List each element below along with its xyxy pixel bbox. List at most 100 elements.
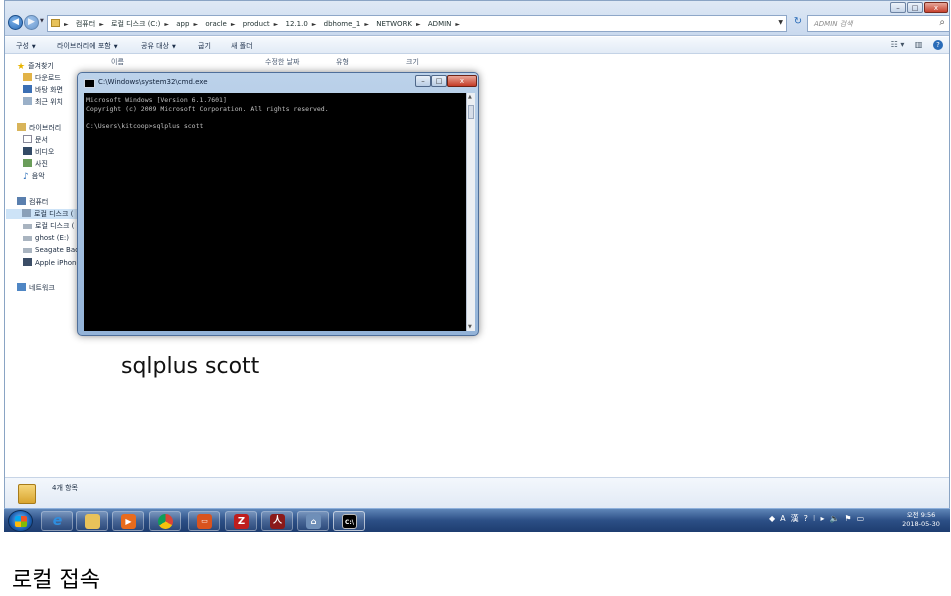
- chevron-right-icon[interactable]: ►: [193, 21, 198, 28]
- taskbar-cmd[interactable]: C:\: [333, 511, 365, 531]
- breadcrumb: ► 컴퓨터 ► 로컬 디스크 (C:) ► app ► oracle ► product…: [64, 19, 465, 29]
- taskbar-chrome[interactable]: [149, 511, 181, 531]
- breadcrumb-item[interactable]: NETWORK: [376, 20, 412, 28]
- taskbar-network-app[interactable]: ⌂: [297, 511, 329, 531]
- burn-button[interactable]: 굽기: [198, 41, 211, 51]
- forward-button[interactable]: ▶: [24, 15, 39, 30]
- breadcrumb-item[interactable]: product: [243, 20, 270, 28]
- minimize-button[interactable]: –: [890, 2, 906, 13]
- chevron-right-icon[interactable]: ►: [416, 21, 421, 28]
- new-folder-button[interactable]: 새 폴더: [231, 41, 253, 51]
- tray-more-icon[interactable]: ▸: [820, 514, 824, 523]
- help-icon[interactable]: ?: [804, 514, 808, 523]
- preview-pane-icon[interactable]: ▥: [915, 40, 923, 49]
- internet-explorer-icon: e: [52, 513, 63, 529]
- chevron-right-icon[interactable]: ►: [231, 21, 236, 28]
- organize-menu[interactable]: 구성 ▼: [16, 41, 36, 51]
- taskbar-ie[interactable]: e: [41, 511, 73, 531]
- breadcrumb-item[interactable]: 12.1.0: [286, 20, 308, 28]
- start-button[interactable]: [8, 510, 33, 532]
- breadcrumb-item[interactable]: dbhome_1: [324, 20, 361, 28]
- nav-label: 라이브러리: [29, 124, 62, 132]
- scroll-down-icon[interactable]: ▼: [468, 324, 472, 330]
- nav-computer[interactable]: 컴퓨터: [17, 197, 48, 207]
- recent-pages-dropdown[interactable]: ▼: [40, 18, 44, 24]
- nav-libraries[interactable]: 라이브러리: [17, 123, 61, 133]
- nav-ghost-drive[interactable]: ghost (E:): [23, 234, 69, 242]
- chevron-right-icon[interactable]: ►: [99, 21, 104, 28]
- item-count: 4개 항목: [52, 484, 78, 492]
- breadcrumb-item[interactable]: 로컬 디스크 (C:): [111, 20, 160, 28]
- tray-expand-icon[interactable]: ⁝: [813, 514, 816, 523]
- scroll-up-icon[interactable]: ▲: [468, 94, 472, 100]
- column-type[interactable]: 유형: [336, 57, 349, 67]
- recent-places-icon: [23, 97, 32, 105]
- cmd-minimize-button[interactable]: –: [415, 75, 431, 87]
- column-modified[interactable]: 수정한 날짜: [265, 57, 299, 67]
- nav-recent[interactable]: 최근 위치: [23, 97, 63, 107]
- nav-videos[interactable]: 비디오: [23, 147, 54, 157]
- cmd-scrollbar[interactable]: ▲ ▼: [466, 93, 475, 331]
- column-size[interactable]: 크기: [406, 57, 419, 67]
- breadcrumb-item[interactable]: oracle: [205, 20, 227, 28]
- maximize-button[interactable]: □: [907, 2, 923, 13]
- share-with-menu[interactable]: 공유 대상 ▼: [141, 41, 176, 51]
- taskbar-app-orange[interactable]: ▭: [188, 511, 220, 531]
- sqlplus-caption: sqlplus scott: [121, 354, 260, 379]
- search-input[interactable]: ADMIN 검색 ⌕: [807, 15, 950, 32]
- nav-local-disk-c[interactable]: 로컬 디스크 (: [6, 209, 84, 219]
- breadcrumb-item[interactable]: ADMIN: [428, 20, 452, 28]
- nav-favorites[interactable]: ★ 즐겨찾기: [17, 61, 54, 72]
- help-icon[interactable]: ?: [933, 40, 943, 50]
- column-name[interactable]: 이름: [111, 57, 124, 67]
- include-library-menu[interactable]: 라이브러리에 포함 ▼: [57, 41, 118, 51]
- app-icon: ▭: [197, 514, 212, 529]
- nav-pictures[interactable]: 사진: [23, 159, 48, 169]
- nav-desktop[interactable]: 바탕 화면: [23, 85, 63, 95]
- nav-apple-iphone[interactable]: Apple iPhone: [23, 258, 81, 267]
- nav-music[interactable]: ♪ 음악: [23, 171, 45, 182]
- console-line: C:\Users\kitcoop>sqlplus scott: [86, 121, 204, 130]
- taskbar-filezilla[interactable]: Z: [225, 511, 257, 531]
- cmd-window[interactable]: C:\Windows\system32\cmd.exe – □ x Micros…: [77, 72, 479, 336]
- status-bar: 4개 항목: [5, 477, 949, 508]
- chevron-right-icon[interactable]: ►: [312, 21, 317, 28]
- chevron-right-icon[interactable]: ►: [164, 21, 169, 28]
- search-icon[interactable]: ⌕: [939, 17, 945, 28]
- back-button[interactable]: ◀: [8, 15, 23, 30]
- language-icon[interactable]: ◆: [769, 514, 775, 523]
- clock[interactable]: 오전 9:56 2018-05-30: [896, 511, 946, 529]
- cmd-close-button[interactable]: x: [447, 75, 477, 87]
- chevron-right-icon[interactable]: ►: [64, 21, 69, 28]
- command-bar: 구성 ▼ 라이브러리에 포함 ▼ 공유 대상 ▼ 굽기 새 폴더 ☷ ▾ ▥ ?: [5, 37, 949, 54]
- taskbar-acrobat[interactable]: 人: [261, 511, 293, 531]
- refresh-icon[interactable]: ↻: [791, 16, 805, 30]
- view-options-icon[interactable]: ☷ ▾: [891, 40, 905, 49]
- nav-documents[interactable]: 문서: [23, 135, 48, 145]
- chevron-right-icon[interactable]: ►: [274, 21, 279, 28]
- close-button[interactable]: x: [924, 2, 948, 13]
- scroll-thumb[interactable]: [468, 105, 474, 119]
- nav-network[interactable]: 네트워크: [17, 283, 55, 293]
- nav-downloads[interactable]: 다운로드: [23, 73, 61, 83]
- breadcrumb-item[interactable]: app: [176, 20, 189, 28]
- ime-mode[interactable]: A: [780, 514, 785, 523]
- flag-icon[interactable]: ⚑: [844, 514, 851, 523]
- console-output[interactable]: Microsoft Windows [Version 6.1.7601] Copy…: [84, 93, 466, 331]
- volume-icon[interactable]: 🔈: [829, 514, 839, 523]
- drive-icon: [23, 236, 32, 241]
- address-dropdown[interactable]: ▼: [778, 19, 783, 26]
- nav-local-disk-2[interactable]: 로컬 디스크 (: [23, 221, 74, 231]
- taskbar-explorer[interactable]: [76, 511, 108, 531]
- ime-hanja[interactable]: 漢: [791, 514, 799, 523]
- cmd-maximize-button[interactable]: □: [431, 75, 447, 87]
- clock-time: 오전 9:56: [906, 511, 936, 519]
- chevron-right-icon[interactable]: ►: [364, 21, 369, 28]
- address-path[interactable]: ► 컴퓨터 ► 로컬 디스크 (C:) ► app ► oracle ► product…: [47, 15, 787, 32]
- chevron-right-icon[interactable]: ►: [455, 21, 460, 28]
- taskbar-media-player[interactable]: ▶: [112, 511, 144, 531]
- breadcrumb-item[interactable]: 컴퓨터: [76, 20, 95, 28]
- network-icon[interactable]: ▭: [857, 514, 865, 523]
- new-folder-label: 새 폴더: [231, 42, 253, 50]
